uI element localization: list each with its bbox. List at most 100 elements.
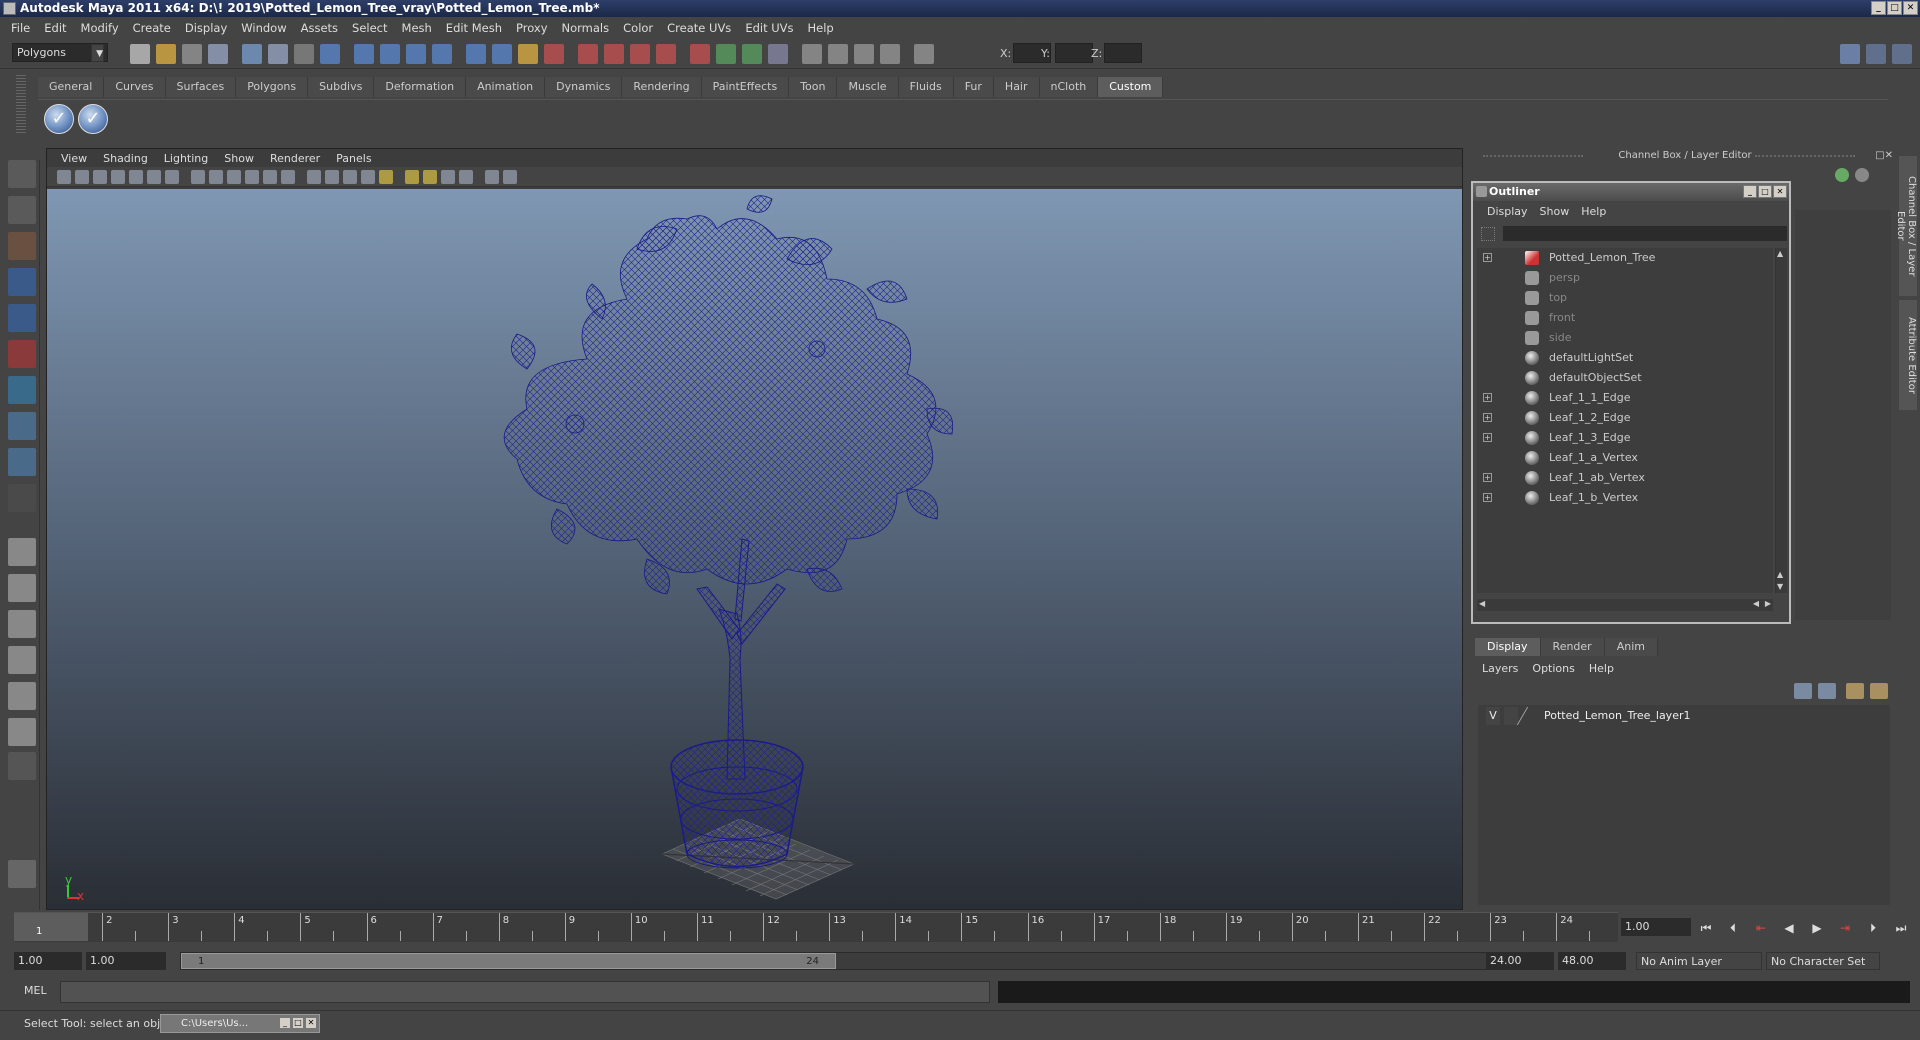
camera-attributes-icon[interactable]: [75, 170, 89, 184]
select-curves-icon[interactable]: [380, 44, 400, 64]
shadows-icon[interactable]: [423, 170, 437, 184]
expand-icon[interactable]: +: [1483, 393, 1492, 402]
scroll-up-icon[interactable]: ▲: [1777, 570, 1783, 579]
rotate-tool-icon[interactable]: [8, 304, 36, 332]
shelf-tab-toon[interactable]: Toon: [789, 77, 838, 97]
camera-select-icon[interactable]: [57, 170, 71, 184]
snap-to-grid-icon[interactable]: [544, 44, 564, 64]
character-set-dropdown[interactable]: No Character Set: [1766, 952, 1880, 970]
persp-graph-layout-icon[interactable]: [8, 646, 36, 674]
menu-normals[interactable]: Normals: [555, 21, 617, 35]
outliner-search-field[interactable]: [1503, 226, 1787, 241]
outliner-horizontal-scrollbar[interactable]: ◀ ◀ ▶: [1477, 599, 1773, 611]
menu-file[interactable]: File: [4, 21, 37, 35]
select-tool-icon[interactable]: [8, 160, 36, 188]
attribute-editor-toggle-icon[interactable]: [1892, 44, 1912, 64]
check-shelf-icon[interactable]: ✓: [78, 104, 108, 134]
snap-to-curve-icon[interactable]: [578, 44, 598, 64]
menu-create-uvs[interactable]: Create UVs: [660, 21, 738, 35]
resolution-gate-icon[interactable]: [209, 170, 223, 184]
grid-icon[interactable]: [914, 44, 934, 64]
history-icon[interactable]: [742, 44, 762, 64]
four-view-layout-icon[interactable]: [8, 574, 36, 602]
render-settings-icon[interactable]: [828, 44, 848, 64]
viewport-menu-lighting[interactable]: Lighting: [156, 152, 216, 165]
quick-layout-icon[interactable]: [8, 860, 36, 888]
outliner-item[interactable]: top: [1477, 288, 1773, 308]
expand-icon[interactable]: +: [1483, 253, 1492, 262]
menu-edit-uvs[interactable]: Edit UVs: [738, 21, 800, 35]
shelf-tab-polygons[interactable]: Polygons: [236, 77, 309, 97]
menu-help[interactable]: Help: [801, 21, 841, 35]
restore-button[interactable]: _: [279, 1017, 291, 1029]
viewport-menu-renderer[interactable]: Renderer: [262, 152, 328, 165]
range-slider[interactable]: 1 24: [180, 952, 1500, 970]
shelf-tab-dynamics[interactable]: Dynamics: [545, 77, 623, 97]
select-deformations-icon[interactable]: [432, 44, 452, 64]
close-icon[interactable]: □✕: [1875, 147, 1893, 165]
xray-icon[interactable]: [441, 170, 455, 184]
outliner-item[interactable]: side: [1477, 328, 1773, 348]
smooth-shade-icon[interactable]: [325, 170, 339, 184]
last-tool-icon[interactable]: [8, 448, 36, 476]
move-tool-icon[interactable]: [8, 268, 36, 296]
snap-to-point-icon[interactable]: [604, 44, 624, 64]
grease-pencil-icon[interactable]: [147, 170, 161, 184]
animation-end-field[interactable]: 48.00: [1558, 952, 1626, 970]
persp-outliner-layout-icon[interactable]: [8, 610, 36, 638]
persp-graph-hypergraph-icon[interactable]: [8, 718, 36, 746]
layout-icon[interactable]: [1840, 44, 1860, 64]
isolate-select-icon[interactable]: [459, 170, 473, 184]
outliner-menu-show[interactable]: Show: [1534, 205, 1576, 218]
outliner-item[interactable]: defaultObjectSet: [1477, 368, 1773, 388]
safe-action-icon[interactable]: [263, 170, 277, 184]
move-layer-down-icon[interactable]: [1870, 683, 1888, 699]
bookmark-icon[interactable]: [93, 170, 107, 184]
ipr-render-icon[interactable]: [802, 44, 822, 64]
mel-input[interactable]: [60, 981, 990, 1003]
expand-icon[interactable]: +: [1483, 473, 1492, 482]
layer-menu-help[interactable]: Help: [1582, 662, 1621, 675]
time-slider[interactable]: 123456789101112131415161718192021222324: [14, 912, 1618, 942]
layer-tab-render[interactable]: Render: [1540, 638, 1605, 656]
select-surfaces-icon[interactable]: [406, 44, 426, 64]
channel-box-toggle-icon[interactable]: [1866, 44, 1886, 64]
menu-assets[interactable]: Assets: [294, 21, 345, 35]
layer-tab-display[interactable]: Display: [1475, 638, 1541, 656]
scale-tool-icon[interactable]: [8, 340, 36, 368]
maximize-button[interactable]: □: [292, 1017, 304, 1029]
move-layer-up-icon[interactable]: [1846, 683, 1864, 699]
snap-to-view-icon[interactable]: [630, 44, 650, 64]
shelf-tab-curves[interactable]: Curves: [104, 77, 166, 97]
outliner-item[interactable]: Leaf_1_a_Vertex: [1477, 448, 1773, 468]
minimize-button[interactable]: _: [1743, 185, 1757, 198]
menu-edit[interactable]: Edit: [37, 21, 73, 35]
viewport-menu-show[interactable]: Show: [216, 152, 262, 165]
gate-mask-icon[interactable]: [227, 170, 241, 184]
shelf-grip[interactable]: [16, 75, 26, 135]
y-field[interactable]: [1055, 43, 1093, 63]
output-ops-icon[interactable]: [716, 44, 736, 64]
channel-box-side-tab[interactable]: Channel Box / Layer Editor: [1895, 156, 1917, 296]
outliner-menu-help[interactable]: Help: [1575, 205, 1612, 218]
outliner-item[interactable]: + Leaf_1_1_Edge: [1477, 388, 1773, 408]
minimize-button[interactable]: _: [1871, 1, 1886, 15]
maximize-button[interactable]: □: [1758, 185, 1772, 198]
select-dynamics-icon[interactable]: [466, 44, 486, 64]
shelf-tab-general[interactable]: General: [38, 77, 105, 97]
shelf-tab-custom[interactable]: Custom: [1098, 77, 1164, 97]
open-scene-icon[interactable]: [156, 44, 176, 64]
shelf-tab-painteffects[interactable]: PaintEffects: [701, 77, 790, 97]
all-lights-icon[interactable]: [405, 170, 419, 184]
outliner-item[interactable]: defaultLightSet: [1477, 348, 1773, 368]
menu-set-dropdown[interactable]: Polygons ▼: [12, 43, 108, 62]
new-scene-icon[interactable]: [130, 44, 150, 64]
settings-icon[interactable]: [1855, 168, 1869, 182]
more-layouts-icon[interactable]: [8, 752, 36, 780]
select-joints-icon[interactable]: [354, 44, 374, 64]
scroll-left-icon[interactable]: ◀: [1479, 599, 1485, 608]
grid-toggle-icon[interactable]: [165, 170, 179, 184]
viewport-menu-view[interactable]: View: [53, 152, 95, 165]
menu-proxy[interactable]: Proxy: [509, 21, 555, 35]
close-button[interactable]: ✕: [1773, 185, 1787, 198]
